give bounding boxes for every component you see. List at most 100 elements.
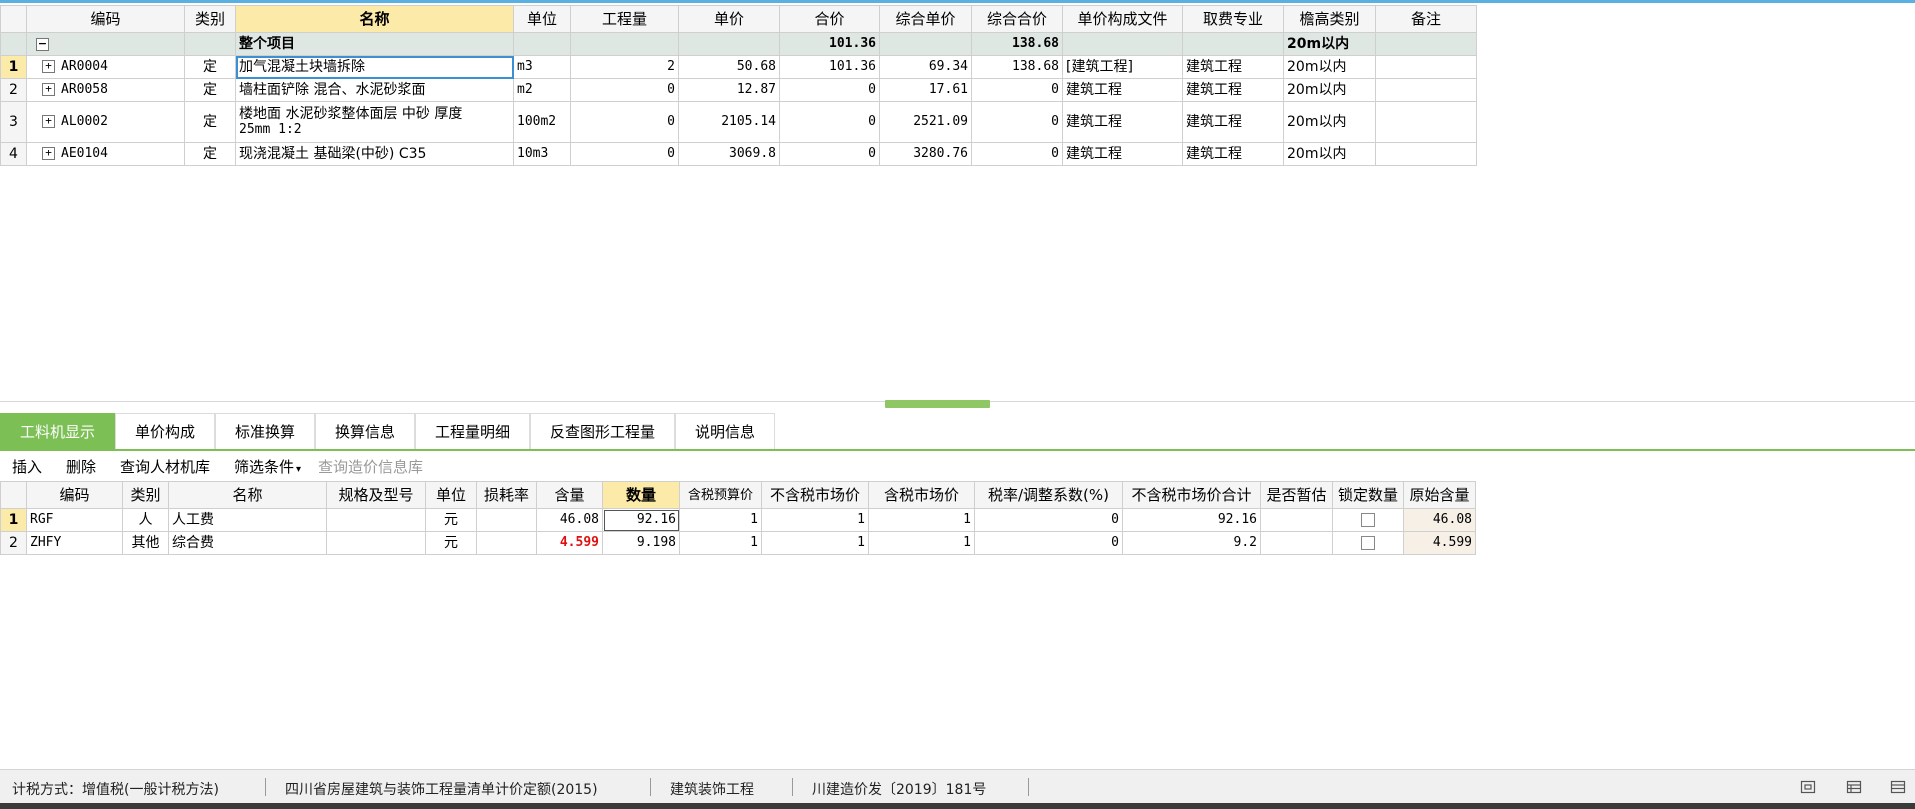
col-header-market-price-notax[interactable]: 不含税市场价 (761, 481, 869, 509)
table-row[interactable]: 2 ZHFY 其他 综合费 元 4.599 9.198 1 1 1 0 9.2 … (0, 531, 1476, 555)
resource-market-notax[interactable]: 1 (761, 531, 869, 555)
col-header-unit[interactable]: 单位 (513, 5, 571, 33)
item-comprehensive-unit-price[interactable]: 69.34 (879, 55, 972, 79)
resource-market-tax[interactable]: 1 (868, 508, 975, 532)
filter-dropdown[interactable]: 筛选条件 ▾ (234, 456, 301, 477)
item-price-file[interactable]: 建筑工程 (1062, 142, 1183, 166)
resource-type[interactable]: 人 (122, 508, 169, 532)
item-unit[interactable]: 100m2 (513, 101, 571, 143)
row-number[interactable]: 1 (0, 55, 27, 79)
resource-code[interactable]: ZHFY (26, 531, 123, 555)
resource-loss[interactable] (476, 531, 537, 555)
resource-loss[interactable] (476, 508, 537, 532)
item-quantity[interactable]: 0 (570, 78, 679, 102)
item-eave-height[interactable]: 20m以内 (1283, 101, 1376, 143)
item-fee-major[interactable]: 建筑工程 (1182, 55, 1284, 79)
item-remark[interactable] (1375, 78, 1477, 102)
col-header-spec[interactable]: 规格及型号 (326, 481, 426, 509)
item-eave-height[interactable]: 20m以内 (1283, 55, 1376, 79)
table-row[interactable]: 2 + AR0058 定 墙柱面铲除 混合、水泥砂浆面 m2 0 12.87 0 … (0, 78, 1477, 102)
expand-icon[interactable]: + (42, 147, 55, 160)
item-name[interactable]: 现浇混凝土 基础梁(中砂) C35 (235, 142, 514, 166)
resource-spec[interactable] (326, 508, 426, 532)
col-header-name[interactable]: 名称 (168, 481, 327, 509)
lock-quantity-checkbox[interactable] (1361, 536, 1375, 550)
col-header-comprehensive-unit-price[interactable]: 综合单价 (879, 5, 972, 33)
item-unit[interactable]: 10m3 (513, 142, 571, 166)
query-price-info-button[interactable]: 查询造价信息库 (318, 456, 423, 477)
delete-button[interactable]: 删除 (66, 456, 96, 477)
col-header-loss-rate[interactable]: 损耗率 (476, 481, 537, 509)
resource-market-notax[interactable]: 1 (761, 508, 869, 532)
resource-unit[interactable]: 元 (425, 531, 477, 555)
item-quantity[interactable]: 0 (570, 142, 679, 166)
tab-conversion-info[interactable]: 换算信息 (315, 413, 415, 449)
resource-content[interactable]: 4.599 (536, 531, 603, 555)
item-unit-price[interactable]: 2105.14 (678, 101, 780, 143)
col-header-provisional[interactable]: 是否暂估 (1260, 481, 1333, 509)
col-header-type[interactable]: 类别 (122, 481, 169, 509)
item-type[interactable]: 定 (184, 101, 236, 143)
resource-name[interactable]: 人工费 (168, 508, 327, 532)
col-header-comprehensive-total[interactable]: 综合合价 (971, 5, 1063, 33)
item-type[interactable]: 定 (184, 78, 236, 102)
item-comprehensive-unit-price[interactable]: 3280.76 (879, 142, 972, 166)
item-remark[interactable] (1375, 142, 1477, 166)
summary-row[interactable]: − 整个项目 101.36 138.68 20m以内 (0, 32, 1477, 56)
table-row[interactable]: 3 + AL0002 定 楼地面 水泥砂浆整体面层 中砂 厚度 25mm 1:2 1… (0, 101, 1477, 143)
tab-reverse-graphic-quantity[interactable]: 反查图形工程量 (530, 413, 675, 449)
col-header-market-total-notax[interactable]: 不含税市场价合计 (1122, 481, 1261, 509)
layout-list-icon[interactable] (1846, 779, 1862, 795)
col-header-unit-price[interactable]: 单价 (678, 5, 780, 33)
row-number[interactable]: 1 (0, 508, 27, 532)
item-fee-major[interactable]: 建筑工程 (1182, 142, 1284, 166)
resource-market-tax[interactable]: 1 (868, 531, 975, 555)
expand-icon[interactable]: + (42, 83, 55, 96)
insert-button[interactable]: 插入 (12, 456, 42, 477)
col-header-lock-quantity[interactable]: 锁定数量 (1332, 481, 1404, 509)
col-header-content[interactable]: 含量 (536, 481, 603, 509)
item-quantity[interactable]: 0 (570, 101, 679, 143)
resource-code[interactable]: RGF (26, 508, 123, 532)
item-fee-major[interactable]: 建筑工程 (1182, 101, 1284, 143)
resource-provisional[interactable] (1260, 531, 1333, 555)
col-header-market-price-tax[interactable]: 含税市场价 (868, 481, 975, 509)
resource-spec[interactable] (326, 531, 426, 555)
row-number[interactable]: 3 (0, 101, 27, 143)
col-header-code[interactable]: 编码 (26, 481, 123, 509)
item-unit-price[interactable]: 3069.8 (678, 142, 780, 166)
item-quantity[interactable]: 2 (570, 55, 679, 79)
col-header-type[interactable]: 类别 (184, 5, 236, 33)
col-header-original-content[interactable]: 原始含量 (1403, 481, 1476, 509)
item-price-file[interactable]: [建筑工程] (1062, 55, 1183, 79)
col-header-fee-major[interactable]: 取费专业 (1182, 5, 1284, 33)
tab-quantity-detail[interactable]: 工程量明细 (415, 413, 530, 449)
item-remark[interactable] (1375, 55, 1477, 79)
col-header-price-file[interactable]: 单价构成文件 (1062, 5, 1183, 33)
tab-description-info[interactable]: 说明信息 (675, 413, 775, 449)
item-name[interactable]: 墙柱面铲除 混合、水泥砂浆面 (235, 78, 514, 102)
item-type[interactable]: 定 (184, 55, 236, 79)
item-unit-price[interactable]: 12.87 (678, 78, 780, 102)
resource-unit[interactable]: 元 (425, 508, 477, 532)
layout-split-icon[interactable] (1890, 779, 1906, 795)
resource-name[interactable]: 综合费 (168, 531, 327, 555)
item-unit-price[interactable]: 50.68 (678, 55, 780, 79)
tab-unit-price-composition[interactable]: 单价构成 (115, 413, 215, 449)
table-row[interactable]: 1 RGF 人 人工费 元 46.08 92.16 1 1 1 0 92.16 … (0, 508, 1476, 532)
row-number[interactable]: 4 (0, 142, 27, 166)
resource-content[interactable]: 46.08 (536, 508, 603, 532)
item-comprehensive-unit-price[interactable]: 17.61 (879, 78, 972, 102)
item-name[interactable]: 加气混凝土块墙拆除 (235, 55, 514, 79)
item-eave-height[interactable]: 20m以内 (1283, 78, 1376, 102)
item-remark[interactable] (1375, 101, 1477, 143)
row-number[interactable]: 2 (0, 78, 27, 102)
tab-labor-material-machine[interactable]: 工料机显示 (0, 413, 115, 449)
item-price-file[interactable]: 建筑工程 (1062, 78, 1183, 102)
item-name-cell[interactable]: 楼地面 水泥砂浆整体面层 中砂 厚度 25mm 1:2 (235, 101, 514, 143)
item-unit[interactable]: m3 (513, 55, 571, 79)
collapse-icon[interactable]: − (36, 37, 49, 51)
row-number[interactable]: 2 (0, 531, 27, 555)
expand-icon[interactable]: + (42, 60, 55, 73)
resource-quantity[interactable]: 9.198 (602, 531, 680, 555)
